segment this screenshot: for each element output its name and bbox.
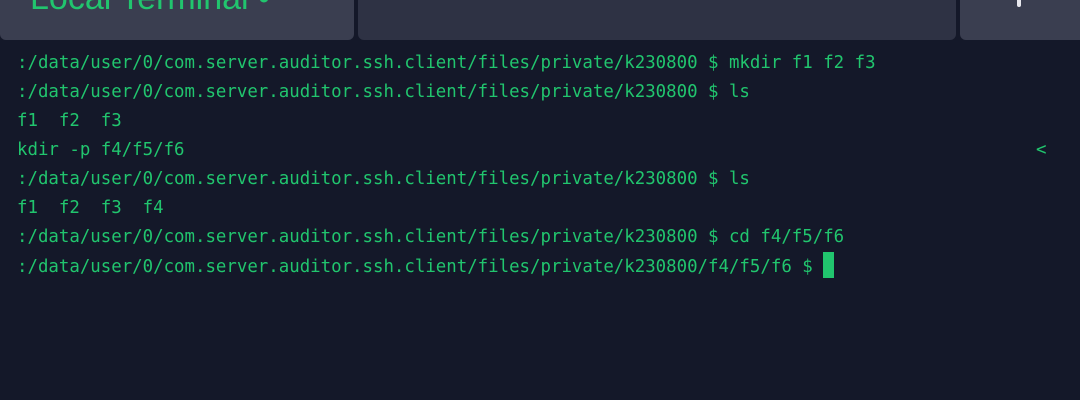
terminal-line: :/data/user/0/com.server.auditor.ssh.cli… — [17, 82, 750, 102]
terminal-line: f1 f2 f3 f4 — [17, 198, 164, 218]
terminal-output[interactable]: :/data/user/0/com.server.auditor.ssh.cli… — [0, 40, 1080, 400]
terminal-prompt: :/data/user/0/com.server.auditor.ssh.cli… — [17, 257, 824, 277]
terminal-line: kdir -p f4/f5/f6 — [17, 140, 185, 160]
terminal-line: :/data/user/0/com.server.auditor.ssh.cli… — [17, 227, 845, 247]
more-options-icon — [1017, 0, 1021, 7]
terminal-line: f1 f2 f3 — [17, 111, 122, 131]
terminal-cursor[interactable] — [823, 252, 835, 278]
terminal-line: :/data/user/0/com.server.auditor.ssh.cli… — [17, 169, 750, 189]
tab-title: Local Terminal • — [30, 0, 270, 18]
tab-bar: Local Terminal • — [0, 0, 1080, 40]
tab-local-terminal[interactable]: Local Terminal • — [0, 0, 354, 40]
terminal-prompt-line: :/data/user/0/com.server.auditor.ssh.cli… — [17, 252, 835, 281]
terminal-line: :/data/user/0/com.server.auditor.ssh.cli… — [17, 53, 876, 73]
tab-inactive[interactable] — [358, 0, 956, 40]
scroll-marker: < — [1036, 140, 1047, 160]
